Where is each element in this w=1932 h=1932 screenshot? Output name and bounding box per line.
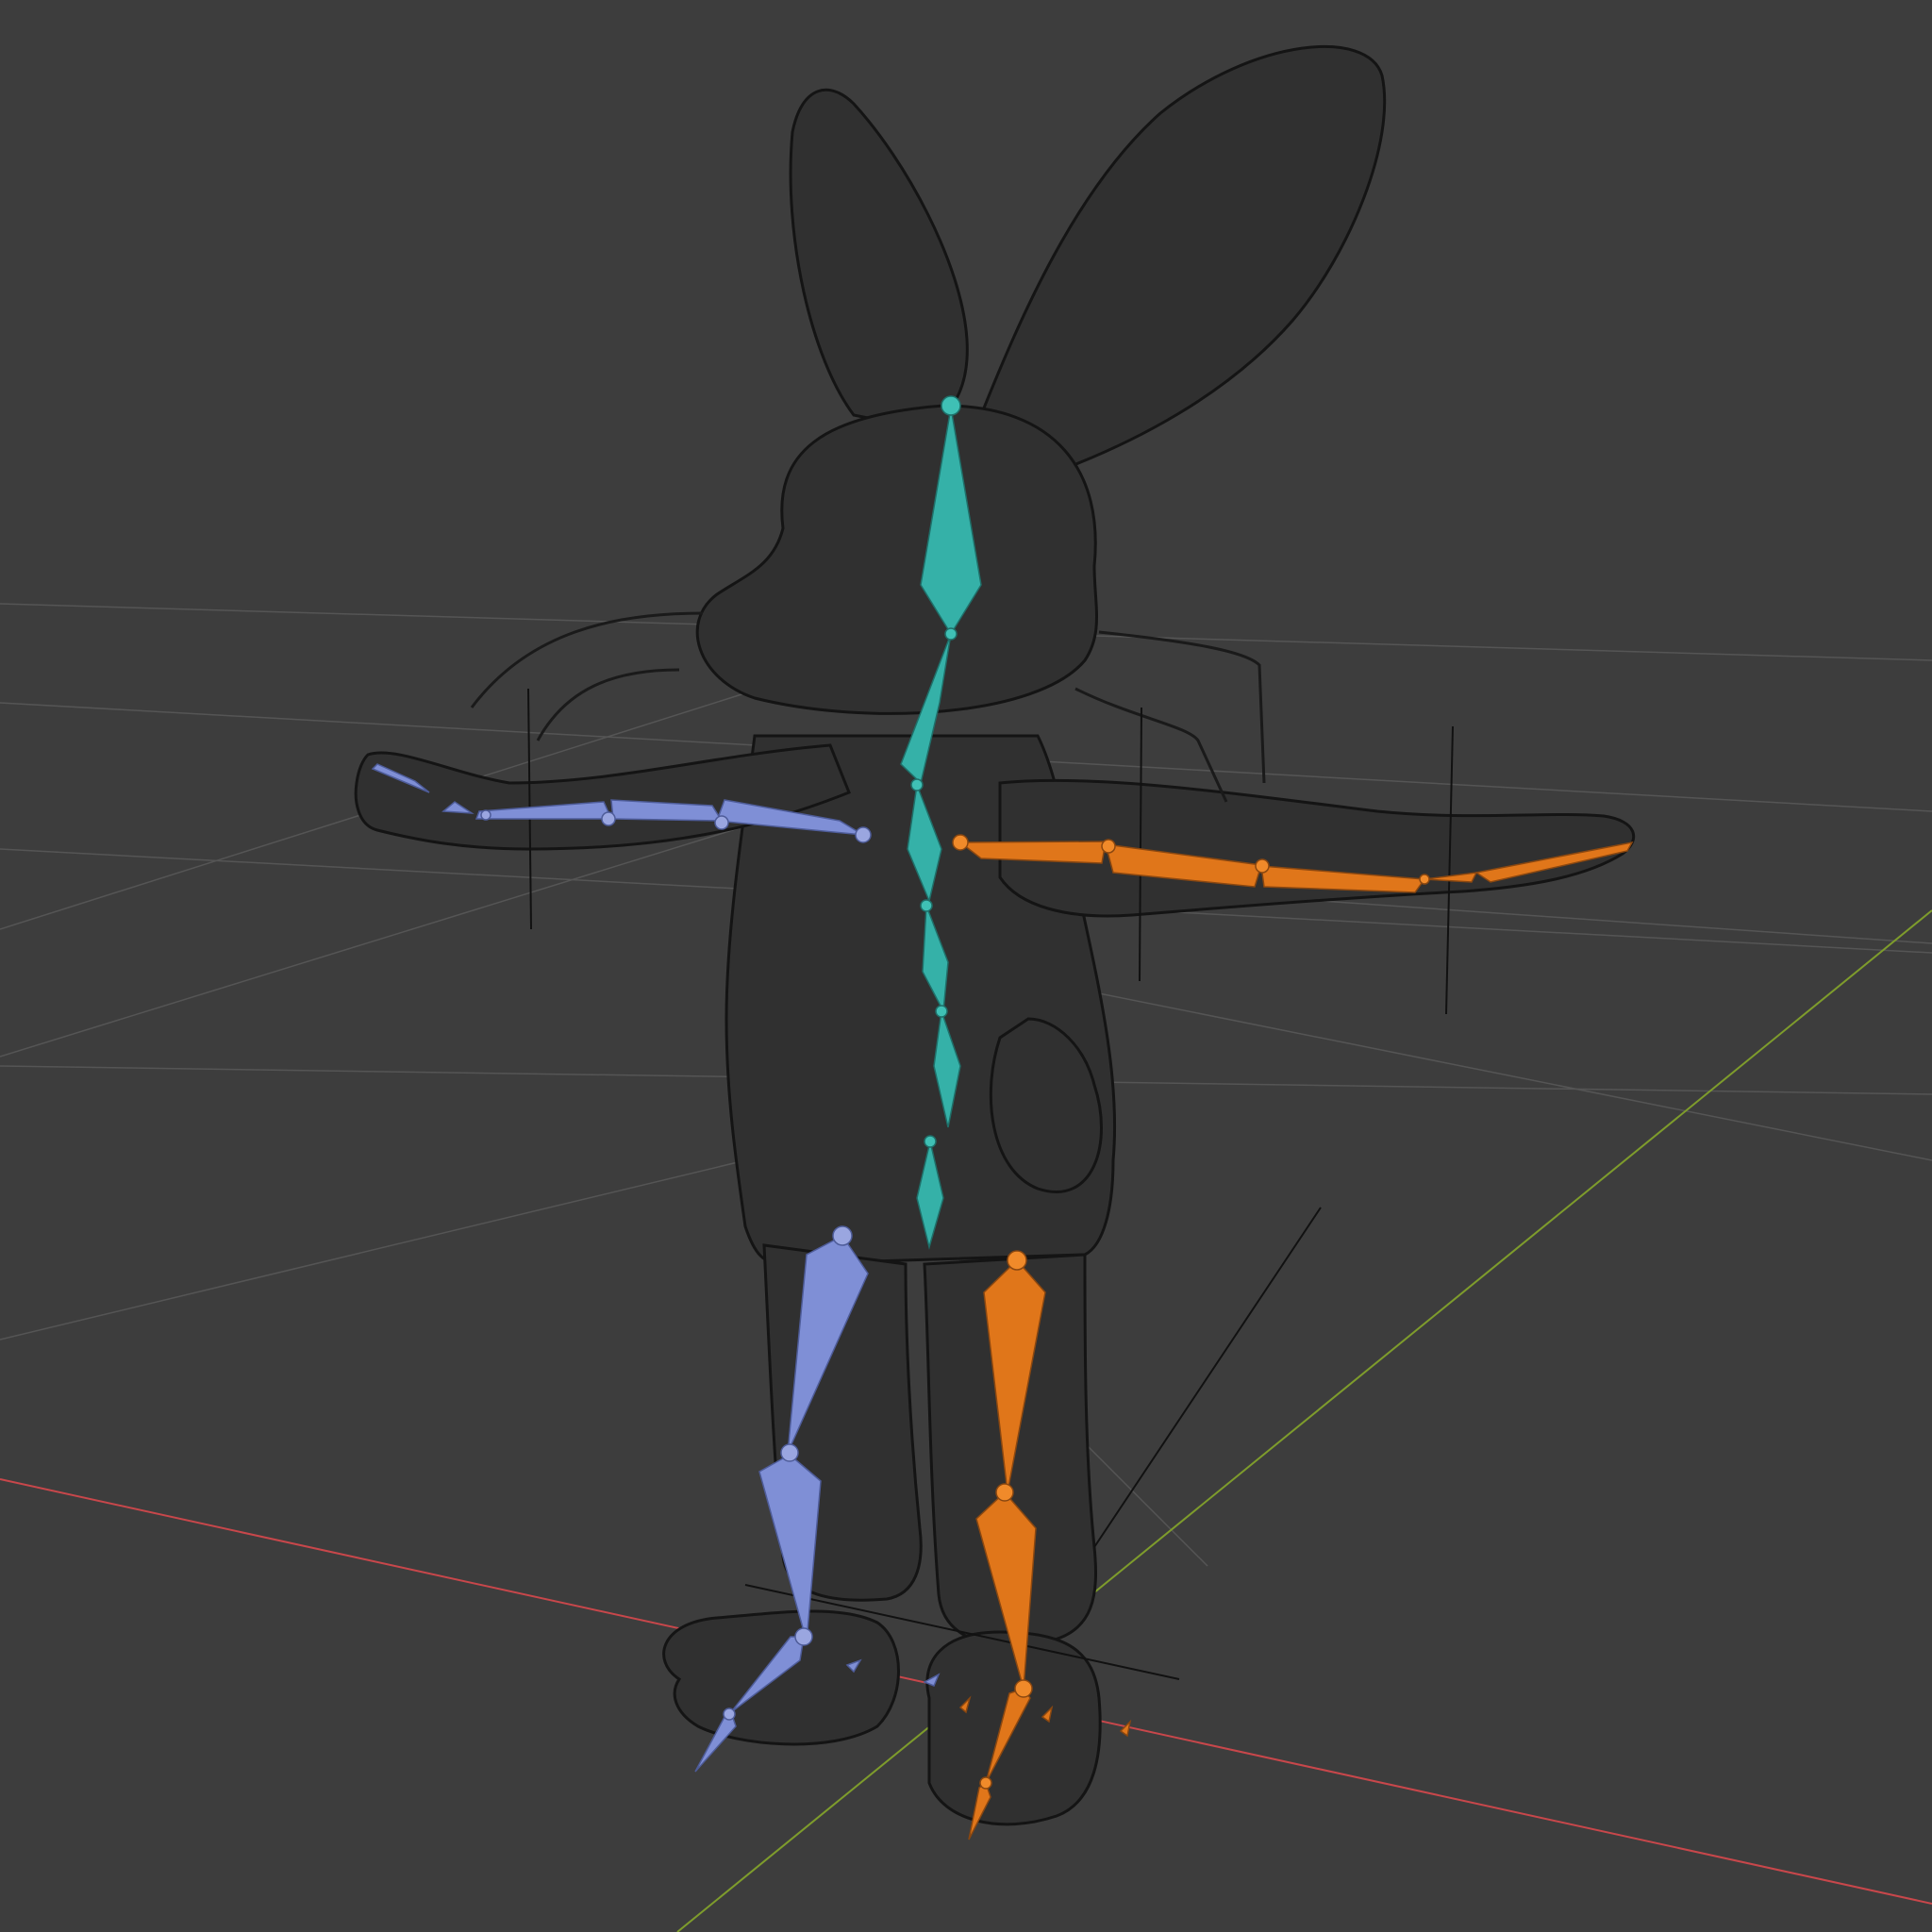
joint-hip-r[interactable] [1007,1250,1027,1271]
joint-wrist-l[interactable] [601,811,616,826]
joint-hip-l[interactable] [832,1225,853,1246]
joint-ball-r[interactable] [979,1776,992,1790]
joint-spine-02[interactable] [920,899,933,912]
joint-neck[interactable] [944,627,958,641]
joint-head-tip[interactable] [941,395,961,416]
joint-shoulder-l[interactable] [855,826,872,843]
joint-ball-l[interactable] [723,1707,736,1721]
joint-spine-01[interactable] [935,1005,948,1018]
joint-hips[interactable] [924,1135,937,1148]
joint-elbow-r[interactable] [1101,839,1116,854]
joint-wrist-r[interactable] [1255,858,1270,874]
3d-viewport[interactable] [0,0,1932,1932]
joint-hand-r[interactable] [1419,874,1430,885]
joint-ankle-r[interactable] [1014,1679,1033,1698]
joint-elbow-l[interactable] [714,815,729,830]
joint-knee-l[interactable] [780,1443,799,1462]
joint-hand-l[interactable] [480,809,491,821]
joint-knee-r[interactable] [995,1483,1014,1502]
joint-shoulder-r[interactable] [952,834,969,851]
joint-chest[interactable] [910,778,924,791]
ik-pole-r[interactable] [1119,1719,1132,1738]
viewport-canvas[interactable] [0,0,1932,1932]
joint-ankle-l[interactable] [794,1627,813,1646]
